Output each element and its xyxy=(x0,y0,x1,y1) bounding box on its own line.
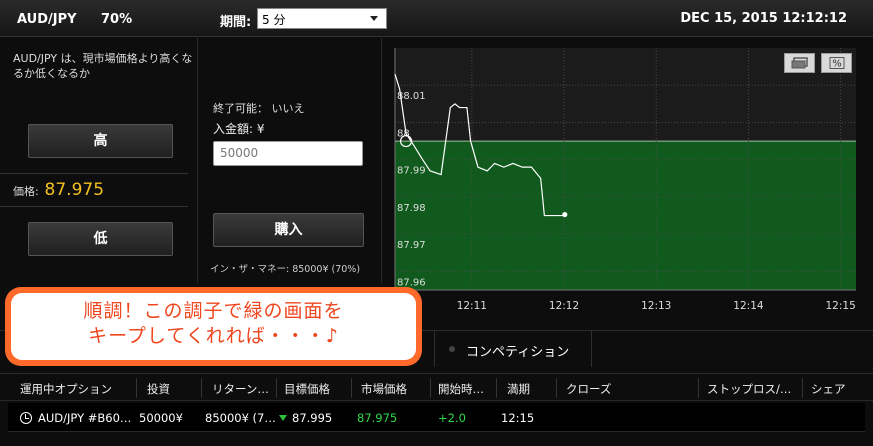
cell-option: AUD/JPY #B60… xyxy=(38,411,132,425)
chevron-down-icon xyxy=(370,16,378,21)
column-header[interactable]: ストップロス/… xyxy=(707,381,791,397)
buy-button[interactable]: 購入 xyxy=(213,213,364,247)
asset-pair: AUD/JPY xyxy=(17,12,77,27)
column-separator xyxy=(556,378,557,398)
payout-percent: 70% xyxy=(101,12,133,27)
low-button[interactable]: 低 xyxy=(28,222,173,256)
period-select[interactable]: 5 分 xyxy=(257,8,387,29)
cell-target: 87.995 xyxy=(279,411,332,425)
y-tick-label: 87.97 xyxy=(397,240,426,251)
column-header[interactable]: シェア xyxy=(811,381,846,397)
speech-bubble: 順調！この調子で緑の画面を キープしてくれれば・・・♪ xyxy=(5,287,422,366)
current-price-marker xyxy=(562,211,568,218)
column-separator xyxy=(136,378,137,398)
y-tick-label: 87.98 xyxy=(397,203,426,214)
expire-text: 終了可能： いいえ xyxy=(213,102,305,115)
column-header[interactable]: 目標価格 xyxy=(284,381,330,397)
radio-dot-icon xyxy=(449,346,455,352)
in-the-money-note: イン・ザ・マネー: 85000¥ (70%) xyxy=(210,264,361,275)
high-button[interactable]: 高 xyxy=(28,124,173,158)
divider xyxy=(0,173,188,174)
y-tick-label: 87.99 xyxy=(397,166,426,177)
column-header[interactable]: 市場価格 xyxy=(361,381,407,397)
percent-icon-button[interactable]: % xyxy=(821,53,852,73)
price-value: 87.975 xyxy=(44,180,105,200)
positions-table-header: 運用中オプション 投資 リターン… 目標価格 市場価格 開始時… 満期 クローズ… xyxy=(0,373,873,401)
svg-text:%: % xyxy=(832,59,842,70)
cell-expiry: 12:15 xyxy=(501,411,535,425)
x-tick-label: 12:12 xyxy=(549,300,579,312)
column-header[interactable]: 開始時… xyxy=(438,381,484,397)
y-tick-label: 88 xyxy=(397,128,410,139)
deposit-label: 入金額: ¥ xyxy=(213,122,265,136)
direction-panel: AUD/JPY は、現市場価格より高くなるか低くなるか 高 価格: 87.975… xyxy=(0,38,198,283)
cell-start: +2.0 xyxy=(438,411,466,425)
speech-bubble-text: 順調！この調子で緑の画面を キープしてくれれば・・・♪ xyxy=(11,293,416,360)
column-separator xyxy=(201,378,202,398)
period-label: 期間: xyxy=(220,15,252,30)
column-separator xyxy=(496,378,497,398)
option-description: AUD/JPY は、現市場価格より高くなるか低くなるか xyxy=(13,52,193,80)
amount-input[interactable]: 50000 xyxy=(213,141,363,166)
tab-competition[interactable]: コンペティション xyxy=(434,331,592,367)
price-row: 価格: 87.975 xyxy=(13,180,104,200)
column-header[interactable]: 満期 xyxy=(507,381,530,397)
chart-svg: 88.018887.9987.9887.9787.9612:11 12:12 12:… xyxy=(394,48,856,312)
column-header[interactable]: リターン… xyxy=(212,381,269,397)
divider xyxy=(0,206,188,207)
cell-return: 85000¥ (7… xyxy=(205,411,276,425)
green-zone xyxy=(395,141,856,290)
percent-icon: % xyxy=(829,57,844,70)
clock-icon xyxy=(20,412,32,424)
column-separator xyxy=(351,378,352,398)
period-value: 5 分 xyxy=(262,13,286,27)
x-tick-label: 12:13 xyxy=(641,300,671,312)
x-tick-label: 12:14 xyxy=(733,300,764,312)
column-separator xyxy=(802,378,803,398)
current-datetime: DEC 15, 2015 12:12:12 xyxy=(680,11,847,26)
order-panel: 終了可能： いいえ 入金額: ¥ 50000 購入 イン・ザ・マネー: 8500… xyxy=(199,38,382,283)
column-separator xyxy=(698,378,699,398)
tab-competition-label: コンペティション xyxy=(466,345,570,360)
table-row[interactable]: AUD/JPY #B60… 50000¥ 85000¥ (7… 87.995 8… xyxy=(8,403,865,432)
x-tick-label: 12:15 xyxy=(826,300,856,312)
column-header[interactable]: 運用中オプション xyxy=(20,381,112,397)
cell-market: 87.975 xyxy=(357,411,398,425)
column-header[interactable]: 投資 xyxy=(147,381,170,397)
bubble-line-1: 順調！この調子で緑の画面を xyxy=(83,300,344,322)
price-chart: 88.01 88 87.99 87.98 87.97 87.96 12:11 12:12 12:… xyxy=(383,38,873,323)
down-arrow-icon xyxy=(279,415,287,421)
window-icon-button[interactable] xyxy=(784,53,815,73)
x-tick-label: 12:11 xyxy=(457,300,487,312)
price-label: 価格: xyxy=(13,185,39,198)
column-header[interactable]: クローズ xyxy=(566,381,611,397)
window-icon xyxy=(791,57,808,69)
column-separator xyxy=(276,378,277,398)
cell-investment: 50000¥ xyxy=(139,411,183,425)
bubble-line-2: キープしてくれれば・・・♪ xyxy=(88,325,339,347)
column-separator xyxy=(430,378,431,398)
target-value: 87.995 xyxy=(292,411,333,425)
top-bar: AUD/JPY 70% 期間: 5 分 DEC 15, 2015 12:12:1… xyxy=(0,0,873,37)
